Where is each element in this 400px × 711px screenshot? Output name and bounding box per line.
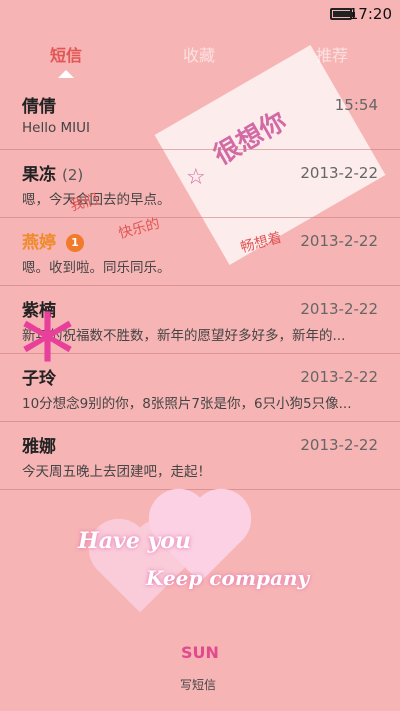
- message-preview: 嗯。收到啦。同乐同乐。: [22, 260, 171, 276]
- contact-name: 雅娜: [22, 437, 56, 457]
- script-text-line2: Keep company: [146, 566, 310, 590]
- contact-name: 果冻 (2): [22, 160, 83, 185]
- contact-name-text: 果冻: [22, 165, 56, 185]
- conversation-list: 倩倩 15:54 Hello MIUI 果冻 (2) 2013-2-22 嗯，今天…: [0, 82, 400, 490]
- message-date: 2013-2-22: [300, 164, 378, 182]
- conversation-row[interactable]: 燕婷 1 2013-2-22 嗯。收到啦。同乐同乐。: [0, 218, 400, 286]
- message-preview: Hello MIUI: [22, 120, 91, 136]
- status-time: 17:20: [348, 5, 392, 23]
- message-date: 2013-2-22: [300, 368, 378, 386]
- active-tab-indicator: [58, 70, 74, 78]
- asterisk-decoration-icon: *: [20, 291, 75, 419]
- message-date: 2013-2-22: [300, 436, 378, 454]
- script-text-line1: Have you: [78, 528, 191, 554]
- tab-messages[interactable]: 短信: [50, 42, 82, 66]
- contact-name: 燕婷 1: [22, 228, 84, 253]
- message-date: 2013-2-22: [300, 232, 378, 250]
- battery-fill: [333, 11, 350, 17]
- tab-favorites[interactable]: 收藏: [183, 42, 215, 66]
- conversation-row[interactable]: 倩倩 15:54 Hello MIUI: [0, 82, 400, 150]
- contact-name: 倩倩: [22, 97, 56, 117]
- status-bar: 17:20: [0, 0, 400, 30]
- tab-bar: 短信 收藏 推荐: [0, 30, 400, 82]
- sun-logo: SUN: [181, 643, 219, 662]
- unread-badge: 1: [66, 234, 84, 252]
- compose-button[interactable]: 写短信: [180, 676, 216, 693]
- contact-name-text: 燕婷: [22, 233, 56, 253]
- conversation-row[interactable]: 果冻 (2) 2013-2-22 嗯，今天会回去的早点。: [0, 150, 400, 218]
- message-count: (2): [62, 166, 84, 184]
- message-date: 2013-2-22: [300, 300, 378, 318]
- message-date: 15:54: [334, 96, 378, 114]
